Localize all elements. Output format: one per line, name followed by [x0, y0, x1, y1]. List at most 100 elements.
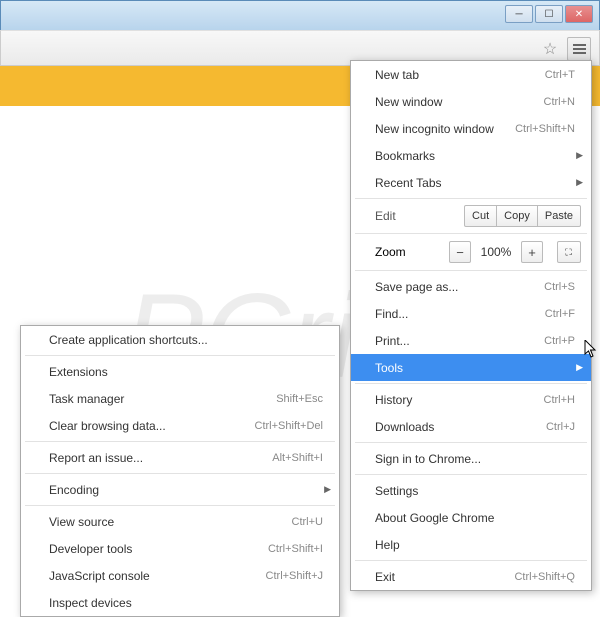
menu-label: Exit: [375, 570, 395, 584]
menu-zoom-row: Zoom − 100% + ⛶: [351, 236, 591, 268]
menu-label: Save page as...: [375, 280, 458, 294]
chrome-main-menu: New tab Ctrl+T New window Ctrl+N New incog…: [350, 60, 592, 591]
shortcut: Ctrl+S: [544, 281, 575, 293]
chevron-right-icon: ▶: [324, 484, 331, 495]
menu-label: Inspect devices: [49, 596, 132, 610]
menu-separator: [355, 233, 587, 234]
shortcut: Ctrl+Shift+N: [515, 123, 575, 135]
menu-separator: [355, 474, 587, 475]
menu-label: Sign in to Chrome...: [375, 452, 481, 466]
menu-edit-row: Edit Cut Copy Paste: [351, 201, 591, 231]
menu-label: Developer tools: [49, 542, 132, 556]
chevron-right-icon: ▶: [576, 150, 583, 161]
window-close-button[interactable]: ✕: [565, 5, 593, 23]
menu-label: Settings: [375, 484, 418, 498]
menu-new-window[interactable]: New window Ctrl+N: [351, 88, 591, 115]
main-menu-button[interactable]: [567, 37, 591, 61]
menu-settings[interactable]: Settings: [351, 477, 591, 504]
menu-label: View source: [49, 515, 114, 529]
menu-label: Find...: [375, 307, 408, 321]
menu-save-page[interactable]: Save page as... Ctrl+S: [351, 273, 591, 300]
menu-incognito[interactable]: New incognito window Ctrl+Shift+N: [351, 115, 591, 142]
menu-separator: [355, 560, 587, 561]
shortcut: Ctrl+F: [545, 308, 575, 320]
menu-label: New incognito window: [375, 122, 494, 136]
menu-label: About Google Chrome: [375, 511, 494, 525]
submenu-create-shortcuts[interactable]: Create application shortcuts...: [21, 326, 339, 353]
copy-button[interactable]: Copy: [496, 205, 538, 227]
menu-label: Encoding: [49, 483, 99, 497]
menu-separator: [25, 505, 335, 506]
submenu-view-source[interactable]: View source Ctrl+U: [21, 508, 339, 535]
shortcut: Ctrl+Shift+I: [268, 543, 323, 555]
shortcut: Ctrl+Shift+Q: [514, 571, 575, 583]
submenu-report-issue[interactable]: Report an issue... Alt+Shift+I: [21, 444, 339, 471]
submenu-task-manager[interactable]: Task manager Shift+Esc: [21, 385, 339, 412]
window-maximize-button[interactable]: ☐: [535, 5, 563, 23]
shortcut: Ctrl+H: [544, 394, 575, 406]
menu-label: Tools: [375, 361, 403, 375]
menu-signin[interactable]: Sign in to Chrome...: [351, 445, 591, 472]
menu-label: Zoom: [375, 245, 406, 259]
menu-tools[interactable]: Tools ▶: [351, 354, 591, 381]
menu-help[interactable]: Help: [351, 531, 591, 558]
bookmark-star-icon[interactable]: ☆: [539, 38, 561, 60]
menu-bookmarks[interactable]: Bookmarks ▶: [351, 142, 591, 169]
menu-label: History: [375, 393, 412, 407]
zoom-value: 100%: [479, 245, 513, 259]
menu-separator: [355, 383, 587, 384]
menu-separator: [355, 270, 587, 271]
chevron-right-icon: ▶: [576, 362, 583, 373]
shortcut: Ctrl+U: [292, 516, 323, 528]
submenu-encoding[interactable]: Encoding ▶: [21, 476, 339, 503]
menu-label: Print...: [375, 334, 410, 348]
zoom-in-button[interactable]: +: [521, 241, 543, 263]
menu-label: Create application shortcuts...: [49, 333, 208, 347]
shortcut: Ctrl+J: [546, 421, 575, 433]
menu-find[interactable]: Find... Ctrl+F: [351, 300, 591, 327]
zoom-out-button[interactable]: −: [449, 241, 471, 263]
submenu-dev-tools[interactable]: Developer tools Ctrl+Shift+I: [21, 535, 339, 562]
menu-separator: [25, 355, 335, 356]
menu-recent-tabs[interactable]: Recent Tabs▶: [351, 169, 591, 196]
submenu-clear-data[interactable]: Clear browsing data... Ctrl+Shift+Del: [21, 412, 339, 439]
shortcut: Alt+Shift+I: [272, 452, 323, 464]
shortcut: Ctrl+Shift+J: [266, 570, 323, 582]
menu-label: Clear browsing data...: [49, 419, 166, 433]
cut-button[interactable]: Cut: [464, 205, 497, 227]
paste-button[interactable]: Paste: [537, 205, 581, 227]
menu-separator: [25, 441, 335, 442]
menu-label: New tab: [375, 68, 419, 82]
shortcut: Ctrl+T: [545, 69, 575, 81]
shortcut: Ctrl+Shift+Del: [255, 420, 323, 432]
menu-label: Report an issue...: [49, 451, 143, 465]
shortcut: Ctrl+P: [544, 335, 575, 347]
menu-exit[interactable]: Exit Ctrl+Shift+Q: [351, 563, 591, 590]
fullscreen-button[interactable]: ⛶: [557, 241, 581, 263]
menu-label: Bookmarks: [375, 149, 435, 163]
menu-label: Help: [375, 538, 400, 552]
menu-print[interactable]: Print... Ctrl+P: [351, 327, 591, 354]
submenu-inspect-devices[interactable]: Inspect devices: [21, 589, 339, 616]
menu-history[interactable]: History Ctrl+H: [351, 386, 591, 413]
window-titlebar: ─ ☐ ✕: [0, 0, 600, 30]
menu-separator: [355, 442, 587, 443]
menu-label: Recent Tabs: [375, 176, 442, 190]
menu-new-tab[interactable]: New tab Ctrl+T: [351, 61, 591, 88]
menu-label: Task manager: [49, 392, 124, 406]
submenu-js-console[interactable]: JavaScript console Ctrl+Shift+J: [21, 562, 339, 589]
menu-label: JavaScript console: [49, 569, 150, 583]
tools-submenu: Create application shortcuts... Extensio…: [20, 325, 340, 617]
menu-about[interactable]: About Google Chrome: [351, 504, 591, 531]
menu-label: New window: [375, 95, 442, 109]
menu-label: Extensions: [49, 365, 108, 379]
submenu-extensions[interactable]: Extensions: [21, 358, 339, 385]
menu-separator: [25, 473, 335, 474]
shortcut: Ctrl+N: [544, 96, 575, 108]
menu-downloads[interactable]: Downloads Ctrl+J: [351, 413, 591, 440]
menu-separator: [355, 198, 587, 199]
window-minimize-button[interactable]: ─: [505, 5, 533, 23]
menu-label: Edit: [375, 209, 396, 223]
menu-label: Downloads: [375, 420, 434, 434]
shortcut: Shift+Esc: [276, 393, 323, 405]
